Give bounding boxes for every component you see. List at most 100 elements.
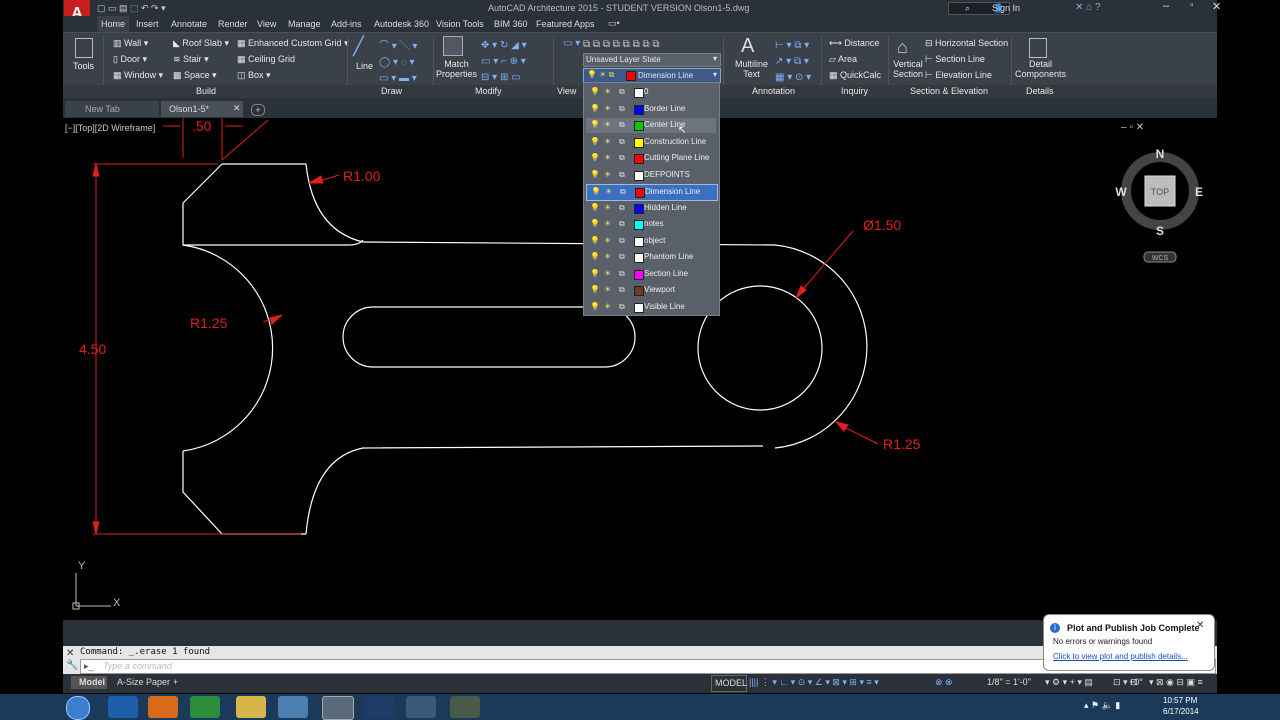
layer-on-icon[interactable]: 💡 <box>591 187 601 196</box>
viewcube-top[interactable]: TOP <box>1151 187 1169 197</box>
tab-view[interactable]: View <box>257 19 276 29</box>
tab-insert[interactable]: Insert <box>136 19 159 29</box>
layer-row[interactable]: 💡 ☀ ⧉ Border Line <box>586 102 716 117</box>
workspace-icon[interactable]: ▾ ⚙ ▾ + ▾ ▤ <box>1045 677 1093 688</box>
tab-autodesk360[interactable]: Autodesk 360 <box>374 19 429 29</box>
annotation-tools-icon[interactable]: ⊢ ▾ ⧉ ▾ ↗ ▾ ⧉ ▾ ▦ ▾ ⊙ ▾ <box>775 38 811 86</box>
chrome-icon[interactable] <box>190 696 220 718</box>
command-close-icon[interactable]: ✕ <box>66 648 74 659</box>
layer-row[interactable]: 💡 ☀ ⧉ Section Line <box>586 267 716 282</box>
layer-row[interactable]: 💡 ☀ ⧉ Construction Line <box>586 135 716 150</box>
line-button[interactable]: Line <box>356 61 373 71</box>
layer-on-icon[interactable]: 💡 <box>590 302 600 311</box>
ie-icon[interactable] <box>108 696 138 718</box>
layer-color-swatch[interactable] <box>634 121 644 131</box>
annotation-scale[interactable]: 1/8" = 1'-0" <box>987 677 1031 687</box>
tools-icon[interactable] <box>75 38 93 58</box>
multiline-text-icon[interactable]: A <box>741 35 754 58</box>
tab-featured-apps[interactable]: Featured Apps <box>536 19 595 29</box>
layer-color-swatch[interactable] <box>635 188 645 198</box>
vertical-section-button[interactable]: Vertical Section <box>893 59 923 79</box>
layer-row[interactable]: 💡 ☀ ⧉ Visible Line <box>586 300 716 315</box>
layer-lock-icon[interactable]: ⧉ <box>619 104 625 114</box>
tab-home[interactable]: Home <box>101 19 125 29</box>
vertical-section-icon[interactable]: ⌂ <box>897 37 908 58</box>
layer-row[interactable]: 💡 ☀ ⧉ Phantom Line <box>586 250 716 265</box>
layer-lock-icon[interactable]: ⧉ <box>619 219 625 229</box>
detail-components-button[interactable]: Detail Components <box>1015 59 1066 79</box>
tab-vision-tools[interactable]: Vision Tools <box>436 19 484 29</box>
wcs-label[interactable]: WCS <box>1152 255 1169 262</box>
section-line-button[interactable]: ⊢ Section Line <box>925 54 985 65</box>
layer-tools-icon[interactable]: ⧉ ⧉ ⧉ ⧉ ⧉ ⧉ ⧉ ⧉ <box>583 39 660 50</box>
notification-balloon[interactable]: i Plot and Publish Job Complete ✕ No err… <box>1043 614 1215 671</box>
sign-in-link[interactable]: Sign In <box>992 3 1020 13</box>
panel-inquiry[interactable]: Inquiry <box>841 86 868 96</box>
layer-on-icon[interactable]: 💡 <box>590 285 600 294</box>
space-button[interactable]: ▩ Space ▾ <box>173 70 217 81</box>
area-button[interactable]: ▱ Area <box>829 54 857 65</box>
photoshop-icon[interactable] <box>364 696 394 718</box>
layer-on-icon[interactable]: 💡 <box>590 219 600 228</box>
exchange-icon[interactable]: ✕ ⌂ ? <box>1075 2 1101 13</box>
layer-freeze-icon[interactable]: ☀ <box>604 236 611 245</box>
multiline-text-button[interactable]: Multiline Text <box>735 59 768 79</box>
layer-row[interactable]: 💡 ☀ ⧉ 0 <box>586 85 716 100</box>
layer-lock-icon[interactable]: ⧉ <box>619 170 625 180</box>
layer-on-icon[interactable]: 💡 <box>590 170 600 179</box>
layer-color-swatch[interactable] <box>634 104 644 115</box>
layer-color-swatch[interactable] <box>634 253 644 263</box>
layer-row[interactable]: 💡 ☀ ⧉ Center Line <box>586 118 716 133</box>
layer-lock-icon[interactable]: ⧉ <box>619 236 625 246</box>
wall-button[interactable]: ▥ Wall ▾ <box>113 38 148 49</box>
layer-freeze-icon[interactable]: ☀ <box>604 104 611 113</box>
viewcube-e[interactable]: E <box>1195 185 1203 199</box>
file-tab-current[interactable]: Olson1-5* ✕ <box>161 101 243 117</box>
layer-color-swatch[interactable] <box>634 269 644 280</box>
dim-r1[interactable]: R1.00 <box>343 168 381 184</box>
dim-diameter[interactable]: Ø1.50 <box>863 217 901 233</box>
drafting-tools-icon[interactable]: |||| ⋮ ▾ ∟ ▾ ⊙ ▾ ∠ ▾ ⊠ ▾ ⊞ ▾ ≡ ▾ <box>749 677 879 688</box>
notification-close-icon[interactable]: ✕ <box>1196 620 1204 631</box>
layer-row[interactable]: 💡 ☀ ⧉ Cutting Plane Line <box>586 151 716 166</box>
notification-link[interactable]: Click to view plot and publish details..… <box>1053 652 1188 661</box>
layer-row[interactable]: 💡 ☀ ⧉ Viewport <box>586 283 716 298</box>
enhanced-grid-button[interactable]: ▦ Enhanced Custom Grid ▾ <box>237 38 349 49</box>
door-button[interactable]: ▯ Door ▾ <box>113 54 147 65</box>
layer-color-swatch[interactable] <box>634 203 644 214</box>
ribbon-options-icon[interactable]: ▭• <box>608 18 620 29</box>
start-button-icon[interactable] <box>66 696 90 720</box>
dim-r2[interactable]: R1.25 <box>190 315 228 331</box>
vision-tools-icon[interactable] <box>406 696 436 718</box>
modify-tools-icon[interactable]: ✥ ▾ ↻ ◢ ▾ ▭ ▾ ⌐ ⊕ ▾ ⊟ ▾ ⊞ ▭ <box>481 38 527 86</box>
layer-freeze-icon[interactable]: ☀ <box>604 87 611 96</box>
layer-color-swatch[interactable] <box>634 154 644 164</box>
layer-on-icon[interactable]: 💡 <box>590 104 600 113</box>
distance-button[interactable]: ⟷ Distance <box>829 38 879 49</box>
layer-freeze-icon[interactable]: ☀ <box>604 219 611 228</box>
layout-tab-asize[interactable]: A-Size Paper <box>117 677 170 687</box>
minimize-icon[interactable]: – <box>1163 0 1169 12</box>
file-tab-new[interactable]: New Tab <box>65 101 159 117</box>
firefox-icon[interactable] <box>148 696 178 718</box>
layout-tab-model[interactable]: Model <box>71 676 107 689</box>
panel-modify[interactable]: Modify <box>475 86 502 96</box>
command-wrench-icon[interactable]: 🔧 <box>66 660 78 671</box>
viewcube-s[interactable]: S <box>1156 224 1164 238</box>
close-icon[interactable]: ✕ <box>1212 0 1221 13</box>
layer-freeze-icon[interactable]: ☀ <box>604 302 611 311</box>
elevation-angle[interactable]: +0° <box>1129 677 1143 687</box>
view-icon[interactable]: ▭ ▾ <box>563 38 580 49</box>
layer-list[interactable]: 💡 ☀ ⧉ 0 💡 ☀ ⧉ Border Line 💡 ☀ ⧉ Center Line 💡 ☀ ⧉ Const… <box>583 82 720 316</box>
layer-freeze-icon[interactable]: ☀ <box>604 269 611 278</box>
line-icon[interactable]: ╱ <box>353 36 364 57</box>
part-outline[interactable] <box>182 163 868 535</box>
layer-color-swatch[interactable] <box>634 302 644 313</box>
panel-annotation[interactable]: Annotation <box>752 86 795 96</box>
tab-annotate[interactable]: Annotate <box>171 19 207 29</box>
model-space-button[interactable]: MODEL <box>711 675 747 692</box>
layer-freeze-icon[interactable]: ☀ <box>604 120 611 129</box>
misc-app-icon[interactable] <box>450 696 480 718</box>
app-window-icon[interactable] <box>278 696 308 718</box>
tray-icons[interactable]: ▴ ⚑ 🔈 ▮ <box>1084 700 1120 711</box>
